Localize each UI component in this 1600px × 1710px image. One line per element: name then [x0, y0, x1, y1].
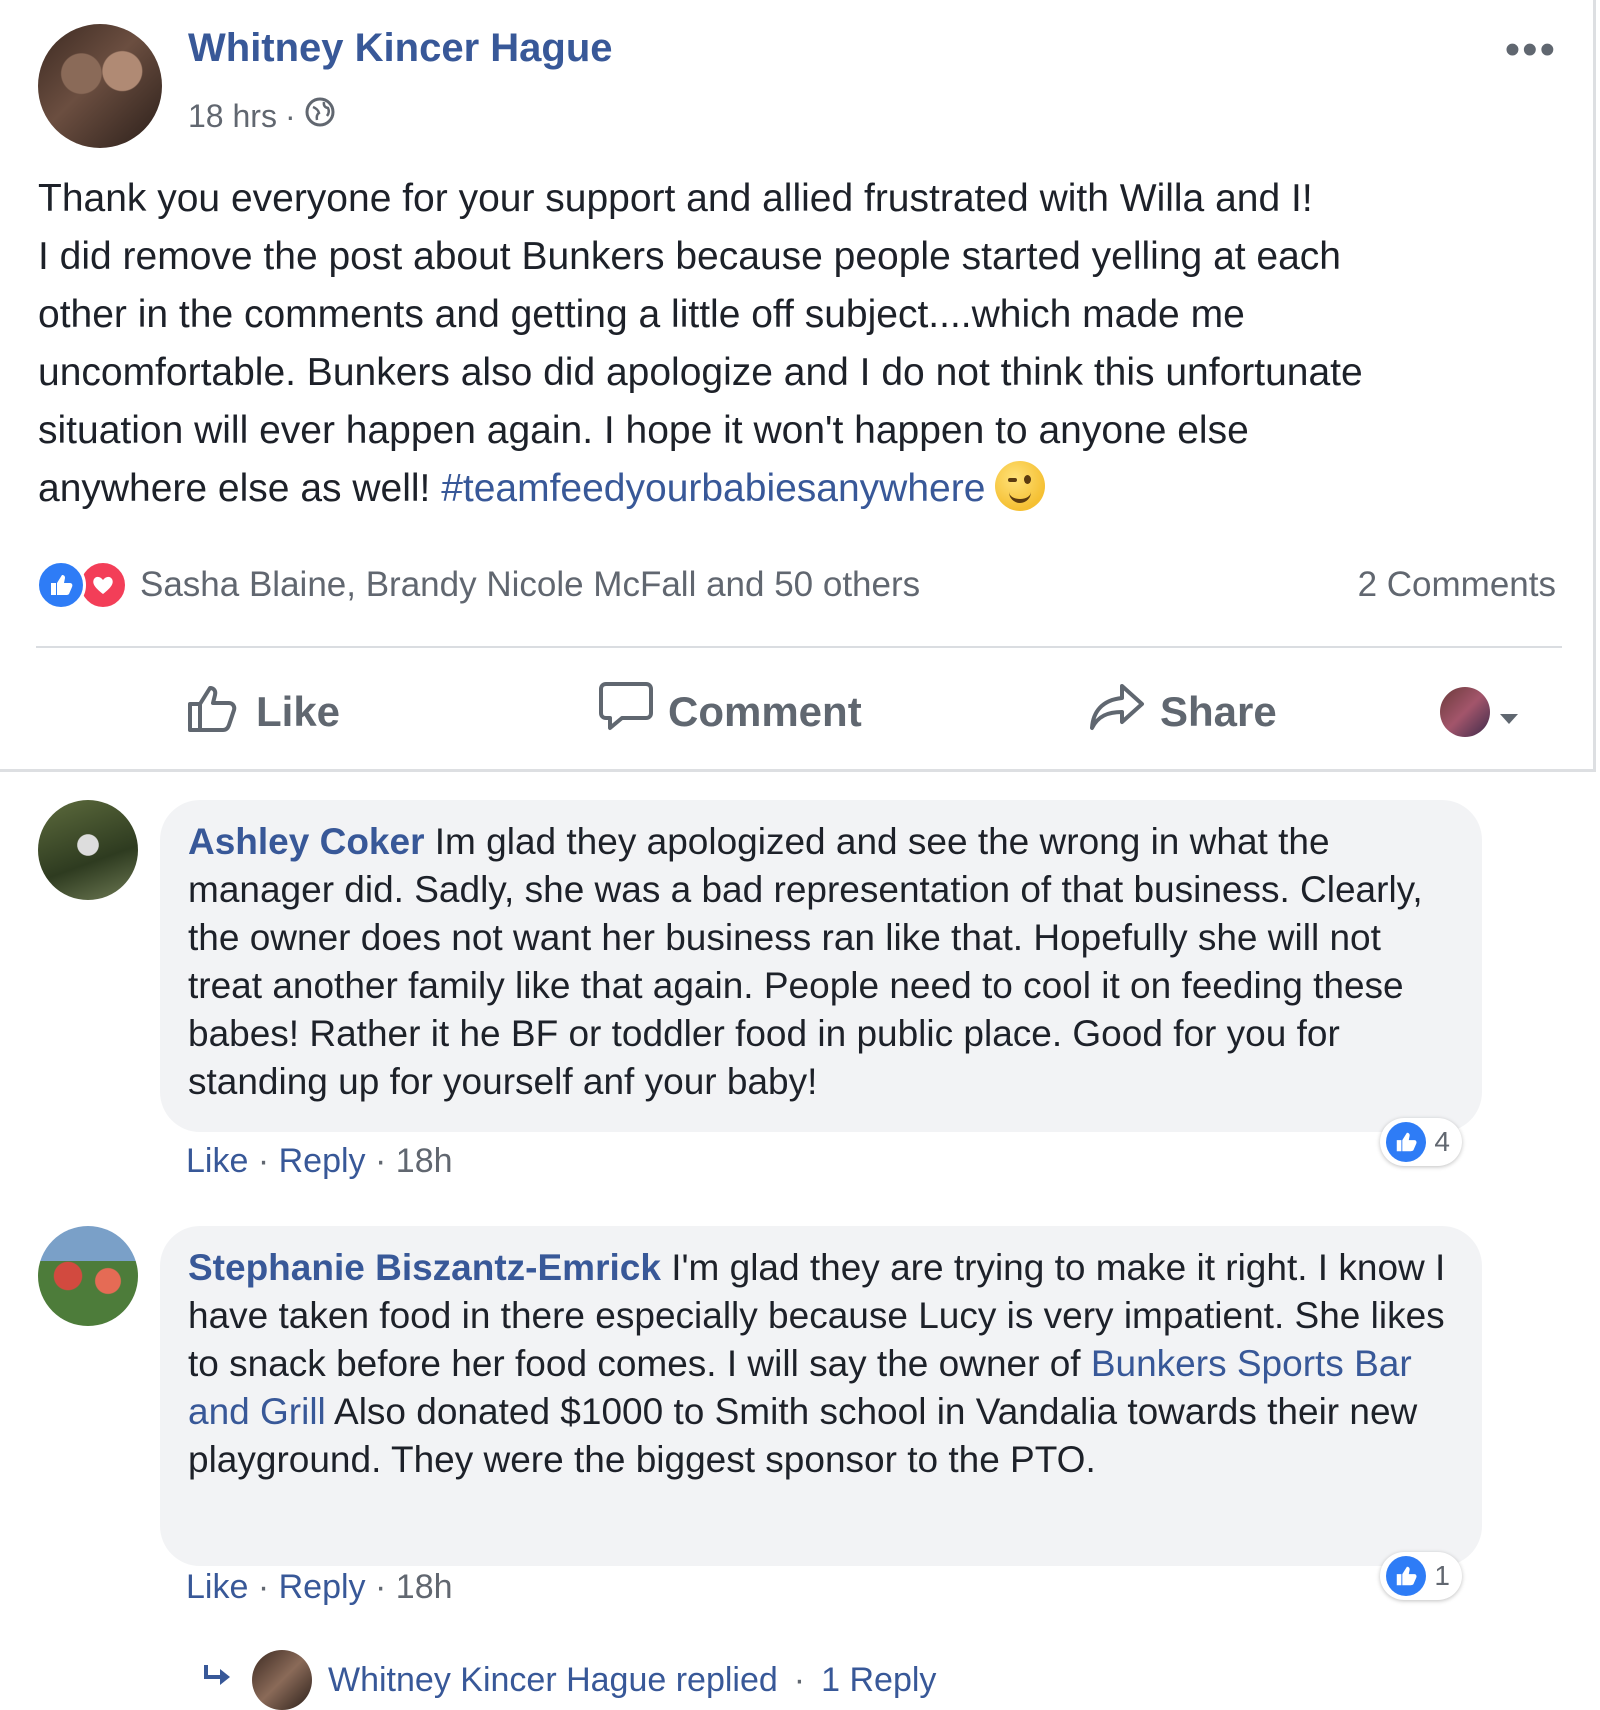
thumbs-up-icon — [186, 680, 242, 744]
react-as-selector[interactable] — [1440, 672, 1520, 752]
reply-summary-text: Whitney Kincer Hague replied — [328, 1660, 778, 1699]
reactions-summary: Sasha Blaine, Brandy Nicole McFall and 5… — [36, 560, 1556, 610]
comment-reaction-badge[interactable]: 1 — [1380, 1552, 1462, 1600]
comment-reply-link[interactable]: Reply — [279, 1568, 366, 1606]
post-meta: 18 hrs · — [188, 96, 336, 136]
share-button[interactable]: Share — [1088, 672, 1277, 752]
reply-count: 1 Reply — [821, 1660, 937, 1699]
hashtag-link[interactable]: #teamfeedyourbabiesanywhere — [441, 467, 985, 510]
post-text-line: situation will ever happen again. I hope… — [38, 409, 1249, 452]
separator: · — [257, 1568, 270, 1606]
post-card: Whitney Kincer Hague 18 hrs · ••• Thank … — [0, 0, 1596, 772]
author-name[interactable]: Whitney Kincer Hague — [188, 26, 613, 71]
comment-bubble: Ashley Coker Im glad they apologized and… — [160, 800, 1482, 1166]
reactions-names[interactable]: Sasha Blaine, Brandy Nicole McFall and 5… — [140, 565, 920, 605]
comment-reply-link[interactable]: Reply — [279, 1142, 366, 1180]
share-button-label: Share — [1160, 688, 1277, 735]
comment-like-count: 4 — [1434, 1126, 1450, 1157]
comments-count[interactable]: 2 Comments — [1358, 565, 1556, 605]
comment-like-link[interactable]: Like — [186, 1568, 248, 1606]
comment-bubble-icon — [598, 680, 654, 744]
separator: · — [793, 1660, 806, 1699]
comment-bubble: Stephanie Biszantz-Emrick I'm glad they … — [160, 1226, 1482, 1600]
separator: · — [375, 1568, 387, 1606]
comment-actions: Like · Reply · 18h — [186, 1568, 453, 1607]
comment-item: Stephanie Biszantz-Emrick I'm glad they … — [0, 1226, 1600, 1616]
comment-button-label: Comment — [668, 688, 862, 735]
like-reaction-icon[interactable] — [36, 560, 86, 610]
comment-time[interactable]: 18h — [396, 1142, 453, 1180]
like-reaction-icon — [1386, 1122, 1427, 1162]
more-options-icon[interactable]: ••• — [1505, 28, 1557, 72]
comment-actions: Like · Reply · 18h — [186, 1142, 453, 1181]
post-time[interactable]: 18 hrs — [188, 98, 277, 135]
reply-arrow-icon — [200, 1661, 236, 1700]
divider — [36, 646, 1562, 648]
comment-text: Also donated $1000 to Smith school in Va… — [188, 1391, 1418, 1480]
commenter-name[interactable]: Ashley Coker — [188, 821, 425, 862]
post-text-line: I did remove the post about Bunkers beca… — [38, 235, 1341, 278]
globe-icon[interactable] — [304, 96, 336, 136]
comment-like-link[interactable]: Like — [186, 1142, 248, 1180]
post-text: Thank you everyone for your support and … — [38, 170, 1558, 518]
like-button-label: Like — [256, 688, 341, 735]
commenter-name[interactable]: Stephanie Biszantz-Emrick — [188, 1247, 661, 1288]
separator: · — [257, 1142, 270, 1180]
comment-time[interactable]: 18h — [396, 1568, 453, 1606]
commenter-avatar[interactable] — [38, 800, 138, 900]
comment-text: Im glad they apologized and see the wron… — [188, 821, 1423, 1102]
post-text-tail: anywhere else as well! — [38, 467, 442, 510]
commenter-avatar[interactable] — [38, 1226, 138, 1326]
author-avatar[interactable] — [38, 24, 162, 148]
wink-emoji-icon — [995, 461, 1046, 511]
comment-item: Ashley Coker Im glad they apologized and… — [0, 800, 1600, 1180]
separator: · — [375, 1142, 387, 1180]
comment-reaction-badge[interactable]: 4 — [1380, 1118, 1462, 1166]
post-text-line-last: anywhere else as well! #teamfeedyourbabi… — [38, 460, 1558, 518]
view-replies-link[interactable]: Whitney Kincer Hague replied · 1 Reply — [200, 1650, 936, 1710]
post-action-bar: Like Comment Share — [36, 672, 1562, 752]
post-text-line: other in the comments and getting a litt… — [38, 293, 1245, 336]
chevron-down-icon — [1498, 688, 1520, 736]
comment-like-count: 1 — [1434, 1560, 1450, 1591]
comment-button[interactable]: Comment — [598, 672, 862, 752]
post-text-line: uncomfortable. Bunkers also did apologiz… — [38, 351, 1363, 394]
replier-avatar — [252, 1650, 312, 1710]
current-user-avatar — [1440, 687, 1490, 737]
like-button[interactable]: Like — [186, 672, 340, 752]
post-text-line: Thank you everyone for your support and … — [38, 177, 1313, 220]
meta-separator: · — [284, 97, 296, 134]
like-reaction-icon — [1386, 1556, 1427, 1596]
share-arrow-icon — [1088, 682, 1146, 742]
